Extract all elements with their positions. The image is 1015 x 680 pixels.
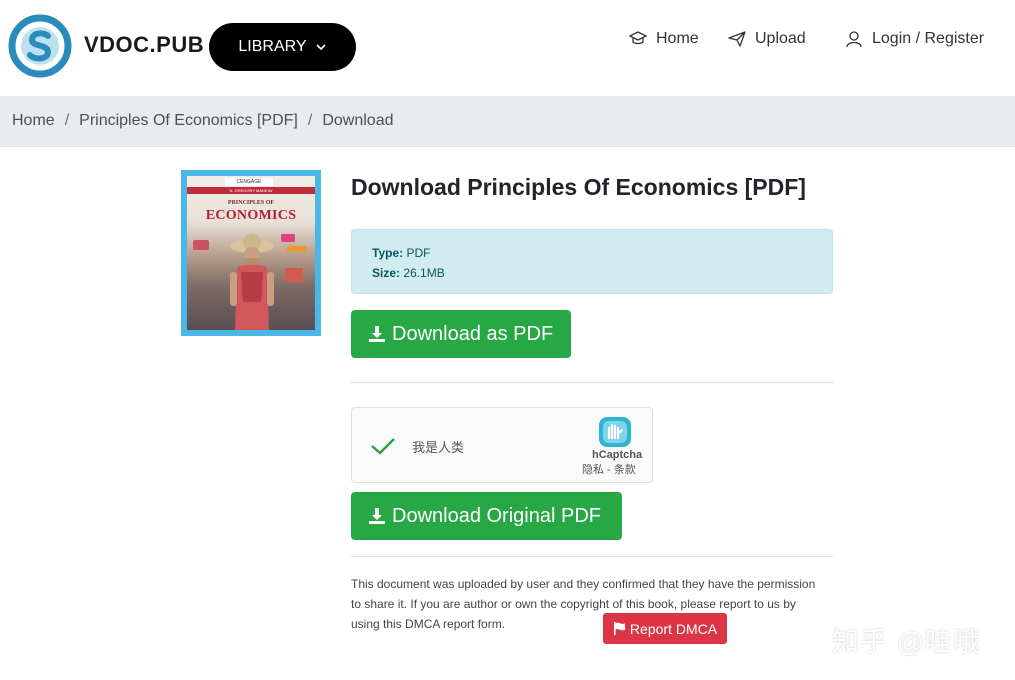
nav-home-label: Home [656,30,699,47]
flag-icon [613,622,625,635]
cover-stall-sign [287,246,307,252]
breadcrumb-current: Download [322,112,394,129]
captcha-label: 我是人类 [412,440,465,455]
cover-stall-sign [285,268,303,282]
copyright-notice: This document was uploaded by user and t… [351,577,816,631]
download-icon [369,326,385,342]
library-dropdown-button[interactable]: LIBRARY [209,23,356,71]
breadcrumb-separator: / [307,112,313,129]
file-type-row: Type: PDF [372,243,832,263]
nav-home-link[interactable]: Home [629,30,699,48]
cover-author: N. GREGORY MANKIW [229,188,273,193]
file-size-label: Size: [372,266,401,280]
cover-publisher: CENGAGE [225,178,273,186]
nav-login-label: Login / Register [872,30,985,47]
paper-plane-icon [728,31,746,47]
captcha-privacy-terms-links[interactable]: 隐私 - 条款 [582,461,636,477]
download-icon [369,508,385,524]
captcha-brand: hCaptcha [592,449,643,461]
top-navbar: VDOC.PUB LIBRARY Home Upload Login / Reg… [0,0,1015,96]
file-info-box: Type: PDF Size: 26.1MB [351,229,833,294]
hcaptcha-icon [599,417,631,447]
cover-person-illustration [230,234,274,330]
download-pdf-button[interactable]: Download as PDF [351,310,571,358]
book-cover-art: CENGAGE N. GREGORY MANKIW PRINCIPLES OF … [187,176,315,330]
nav-upload-link[interactable]: Upload [728,30,806,48]
cover-title-line1: PRINCIPLES OF [227,200,275,206]
logo-icon[interactable] [8,14,72,78]
file-type-label: Type: [372,246,404,260]
download-pdf-label: Download as PDF [392,322,554,345]
divider [351,556,833,557]
breadcrumb-book[interactable]: Principles Of Economics [PDF] [79,112,298,130]
nav-login-link[interactable]: Login / Register [845,30,984,48]
library-label: LIBRARY [238,38,307,55]
watermark-text: 知乎 @哇哦 [832,627,981,657]
book-cover-image: CENGAGE N. GREGORY MANKIW PRINCIPLES OF … [181,170,321,336]
breadcrumb-home[interactable]: Home [12,112,55,130]
chevron-down-icon [316,44,326,51]
hcaptcha-widget[interactable]: 我是人类 hCaptcha 隐私 - 条款 [351,407,653,483]
file-type-value: PDF [406,246,431,260]
download-original-pdf-button[interactable]: Download Original PDF [351,492,622,540]
file-size-row: Size: 26.1MB [372,263,832,283]
graduation-cap-icon [629,31,647,45]
page-title: Download Principles Of Economics [PDF] [351,174,806,200]
breadcrumb: Home / Principles Of Economics [PDF] / D… [0,96,1015,147]
cover-stall-sign [281,234,295,242]
brand-name[interactable]: VDOC.PUB [84,32,204,58]
user-icon [846,31,862,48]
breadcrumb-separator: / [64,112,70,129]
checkmark-icon [371,438,395,455]
file-size-value: 26.1MB [403,266,445,280]
download-original-label: Download Original PDF [392,504,601,527]
report-dmca-button[interactable]: Report DMCA [603,613,727,644]
divider [351,382,833,383]
cover-title-line2: ECONOMICS [205,208,297,223]
report-dmca-label: Report DMCA [629,620,718,637]
cover-stall-sign [193,240,209,250]
nav-upload-label: Upload [755,30,806,47]
